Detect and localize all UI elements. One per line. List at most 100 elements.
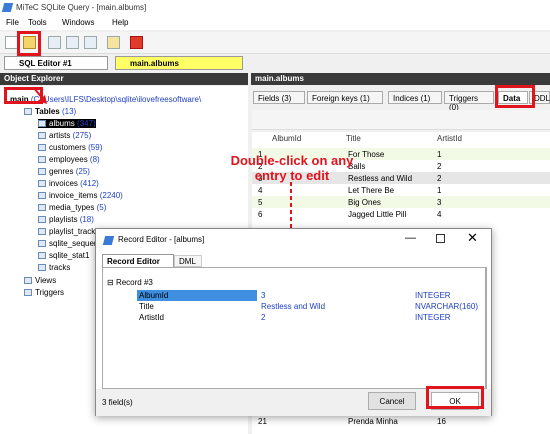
table-name: invoices <box>49 179 78 188</box>
tree-tables[interactable]: Tables (13) <box>24 107 76 116</box>
record-field-value: Restless and Wild <box>261 302 326 311</box>
close-icon[interactable]: ✕ <box>467 230 478 246</box>
record-field-row[interactable]: ArtistId 2 INTEGER <box>117 312 483 323</box>
table-name: employees <box>49 155 88 164</box>
table-item[interactable]: playlists (18) <box>38 215 94 224</box>
record-field-value: 2 <box>261 313 266 322</box>
tab-indices[interactable]: Indices (1) <box>388 91 442 104</box>
col-artistid[interactable]: ArtistId <box>437 134 462 147</box>
menu-help[interactable]: Help <box>112 18 128 27</box>
folder-icon <box>24 289 32 296</box>
table-name: tracks <box>49 263 71 272</box>
grid-bottom-id: 21 <box>258 417 267 426</box>
triggers-label: Triggers <box>35 288 65 297</box>
table-count: (412) <box>80 179 99 188</box>
grid-cell: 2 <box>437 162 442 171</box>
record-field-type: NVARCHAR(160) <box>415 302 478 311</box>
table-item[interactable]: sqlite_stat1 <box>38 251 89 260</box>
open-highlight <box>17 31 41 56</box>
table-item[interactable]: artists (275) <box>38 131 91 140</box>
table-count: (18) <box>79 215 94 224</box>
record-field-row[interactable]: AlbumId 3 INTEGER <box>117 290 483 301</box>
tab-main-albums[interactable]: main.albums <box>115 56 243 70</box>
table-icon <box>38 156 46 163</box>
close-icon[interactable] <box>130 36 143 49</box>
col-albumid[interactable]: AlbumId <box>272 134 301 147</box>
menu-windows[interactable]: Windows <box>62 18 94 27</box>
tree-views[interactable]: Views <box>24 276 56 285</box>
table-count: (347) <box>77 119 96 128</box>
menu-bar: File Tools Windows Help <box>0 16 550 30</box>
table-item[interactable]: genres (25) <box>38 167 90 176</box>
table-count: (2240) <box>99 191 123 200</box>
grid-cell: 4 <box>437 210 442 219</box>
grid-cell: 3 <box>437 198 442 207</box>
table-item[interactable]: albums (347) <box>38 119 96 128</box>
record-grid: ⊟ Record #3 AlbumId 3 INTEGER Title Restless… <box>102 267 487 389</box>
menu-tools[interactable]: Tools <box>28 18 47 27</box>
table-name: sqlite_stat1 <box>49 251 90 260</box>
grid-cell: 1 <box>437 150 442 159</box>
tab-foreign-keys[interactable]: Foreign keys (1) <box>307 91 383 104</box>
record-field-type: INTEGER <box>415 291 451 300</box>
table-icon <box>38 132 46 139</box>
grid-cell: 6 <box>258 210 263 219</box>
record-field-row[interactable]: Title Restless and Wild NVARCHAR(160) <box>117 301 483 312</box>
table-name: invoice_items <box>49 191 98 200</box>
table-icon <box>38 120 46 127</box>
tables-count: (13) <box>61 107 77 116</box>
table-count: (275) <box>72 131 92 140</box>
export-icon[interactable] <box>107 36 120 49</box>
data-tab-highlight <box>495 85 535 108</box>
grid-cell: 4 <box>258 186 263 195</box>
table-count: (8) <box>89 155 100 164</box>
table-item[interactable]: media_types (5) <box>38 203 106 212</box>
database-icon[interactable] <box>48 36 61 49</box>
grid-cell: Jagged Little Pill <box>348 210 407 219</box>
grid-cell: 1 <box>437 186 442 195</box>
record-field-name: ArtistId <box>139 313 164 322</box>
ok-highlight <box>426 386 484 409</box>
table-item[interactable]: customers (59) <box>38 143 102 152</box>
col-title[interactable]: Title <box>346 134 361 147</box>
grid-cell: Big Ones <box>348 198 381 207</box>
tab-fields[interactable]: Fields (3) <box>253 91 305 104</box>
menu-file[interactable]: File <box>6 18 19 27</box>
maximize-icon[interactable] <box>436 234 445 243</box>
table-icon <box>38 252 46 259</box>
db-path: (C:\Users\ILFS\Desktop\sqlite\ilovefrees… <box>30 95 202 104</box>
window-title: MiTeC SQLite Query - [main.albums] <box>16 3 147 12</box>
table-icon[interactable] <box>84 36 97 49</box>
record-field-type: INTEGER <box>415 313 451 322</box>
annotation-text: Double-click on any entry to edit <box>230 153 354 183</box>
query-icon[interactable] <box>66 36 79 49</box>
grid-cell: 2 <box>437 174 442 183</box>
table-item[interactable]: employees (8) <box>38 155 100 164</box>
tables-label: Tables <box>35 107 60 116</box>
tree-triggers[interactable]: Triggers <box>24 288 64 297</box>
dialog-app-icon <box>102 236 115 245</box>
table-icon <box>38 204 46 211</box>
table-item[interactable]: invoices (412) <box>38 179 99 188</box>
tab-dml[interactable]: DML <box>174 255 202 267</box>
window-titlebar: MiTeC SQLite Query - [main.albums] <box>0 0 550 16</box>
grid-bottom-artist: 16 <box>437 417 446 426</box>
cancel-button[interactable]: Cancel <box>368 392 416 410</box>
table-icon <box>38 192 46 199</box>
tab-triggers[interactable]: Triggers (0) <box>444 91 494 112</box>
record-label: ⊟ Record #3 <box>107 278 153 287</box>
scrollbar[interactable] <box>485 268 487 388</box>
table-icon <box>38 228 46 235</box>
table-name: playlists <box>49 215 78 224</box>
tab-record-editor[interactable]: Record Editor <box>102 254 174 267</box>
table-count: (25) <box>75 167 90 176</box>
app-icon <box>1 3 14 12</box>
folder-icon <box>24 277 32 284</box>
table-item[interactable]: invoice_items (2240) <box>38 191 123 200</box>
tab-sql-editor[interactable]: SQL Editor #1 <box>4 56 108 70</box>
table-icon <box>38 180 46 187</box>
minimize-icon[interactable]: — <box>405 232 416 244</box>
table-item[interactable]: tracks <box>38 263 70 272</box>
document-tabs: SQL Editor #1 main.albums <box>0 55 550 70</box>
table-name: albums <box>49 119 75 128</box>
